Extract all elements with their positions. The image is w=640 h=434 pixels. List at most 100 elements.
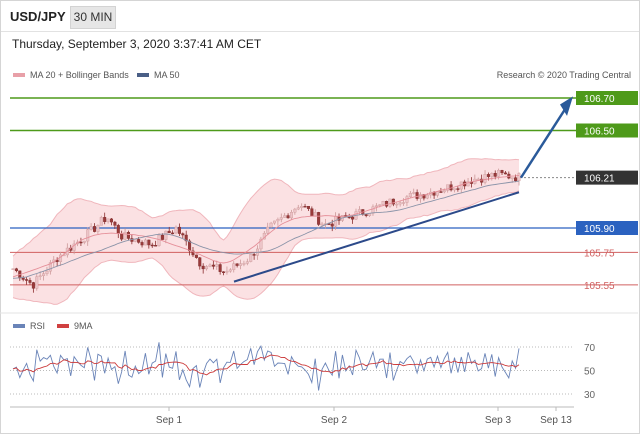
candle — [296, 207, 300, 210]
candle — [490, 172, 494, 177]
candle — [126, 232, 130, 239]
level-label: 106.50 — [584, 127, 615, 138]
level-label: 105.90 — [584, 224, 615, 235]
candle — [137, 239, 141, 243]
x-tick-label: Sep 1 — [156, 415, 183, 426]
candle — [514, 177, 518, 182]
x-tick-label: Sep 2 — [321, 415, 348, 426]
candle — [42, 273, 46, 276]
candle — [483, 174, 487, 183]
candle — [408, 193, 412, 197]
candle — [272, 220, 276, 224]
candle — [398, 202, 402, 205]
candle — [269, 222, 273, 228]
candle — [35, 276, 39, 289]
candle — [415, 192, 419, 199]
candle — [133, 239, 137, 242]
level-label: 105.75 — [584, 248, 615, 259]
candle — [425, 194, 429, 199]
candle — [385, 201, 389, 207]
candle — [442, 190, 446, 193]
candle — [320, 223, 324, 226]
level-label: 105.55 — [584, 281, 615, 292]
candle — [245, 261, 249, 264]
candle — [160, 234, 164, 240]
candle — [286, 215, 290, 219]
candle — [357, 209, 361, 212]
candle — [500, 170, 504, 174]
candle — [446, 184, 450, 191]
x-tick-label: Sep 3 — [485, 415, 512, 426]
candle — [167, 230, 171, 234]
candle — [14, 268, 18, 272]
candle — [310, 208, 314, 217]
candle — [279, 217, 283, 220]
candle — [198, 257, 202, 267]
candle — [381, 201, 385, 205]
candle — [235, 263, 239, 266]
candle — [171, 232, 175, 235]
candle — [510, 177, 514, 179]
candle — [205, 266, 209, 270]
candle — [249, 254, 253, 262]
candle — [174, 226, 178, 234]
candle — [106, 218, 110, 222]
rsi-tick-label: 50 — [584, 367, 596, 378]
candle — [208, 264, 212, 267]
candle — [157, 234, 161, 246]
candle — [93, 226, 97, 232]
candle — [378, 204, 382, 206]
candle — [456, 188, 460, 190]
candle — [194, 254, 198, 258]
candle — [486, 174, 490, 177]
x-tick-label: Sep 13 — [540, 415, 572, 426]
rsi-tick-label: 70 — [584, 343, 596, 354]
candle — [99, 217, 103, 226]
level-label: 106.21 — [584, 174, 615, 185]
candle — [140, 242, 144, 246]
candle — [266, 226, 270, 234]
candle — [239, 263, 243, 266]
candle — [109, 218, 113, 223]
candle — [252, 254, 256, 256]
candle — [150, 244, 154, 247]
candle — [25, 279, 29, 281]
candle — [164, 230, 168, 240]
candle — [45, 270, 49, 274]
candle — [21, 277, 25, 280]
candle — [113, 221, 117, 226]
candle — [103, 217, 107, 222]
candle — [412, 192, 416, 194]
rsi-tick-label: 30 — [584, 390, 596, 401]
candle — [28, 280, 32, 283]
candle — [276, 219, 280, 222]
candle — [330, 223, 334, 227]
candle — [388, 198, 392, 207]
candle — [293, 208, 297, 213]
candle — [402, 202, 406, 204]
candle — [211, 264, 215, 267]
candle — [123, 232, 127, 240]
candle — [177, 226, 181, 234]
candle — [283, 215, 287, 218]
candle — [147, 239, 151, 246]
candle — [38, 275, 42, 277]
candle — [79, 241, 83, 244]
forecast-arrow — [519, 107, 568, 179]
candle — [364, 214, 368, 216]
candle — [452, 188, 456, 191]
candle — [306, 206, 310, 209]
candle — [181, 233, 185, 236]
candle — [317, 212, 321, 225]
candle — [218, 264, 222, 272]
candle — [351, 216, 355, 220]
candle — [289, 212, 293, 219]
candle — [225, 270, 229, 273]
candle — [143, 239, 147, 246]
candle — [497, 170, 501, 177]
candle — [313, 212, 317, 217]
candle — [435, 191, 439, 196]
candle — [300, 206, 304, 208]
candle — [439, 191, 443, 193]
candle — [201, 265, 205, 270]
